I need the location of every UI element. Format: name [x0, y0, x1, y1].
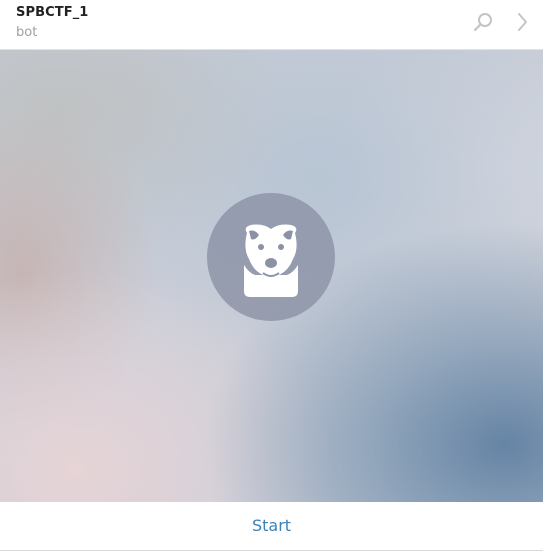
- chat-header: SPBCTF_1 bot: [0, 0, 543, 50]
- bot-dog-icon: [244, 224, 298, 297]
- chat-background: [0, 50, 543, 502]
- chat-title[interactable]: SPBCTF_1: [16, 5, 88, 20]
- search-icon[interactable]: [471, 10, 495, 34]
- chat-status: bot: [16, 25, 38, 40]
- bot-avatar: [207, 193, 335, 321]
- bottom-bar: Start: [0, 502, 543, 551]
- chat-window: SPBCTF_1 bot Start: [0, 0, 543, 551]
- chevron-right-icon[interactable]: [511, 10, 535, 34]
- start-button[interactable]: Start: [0, 502, 543, 550]
